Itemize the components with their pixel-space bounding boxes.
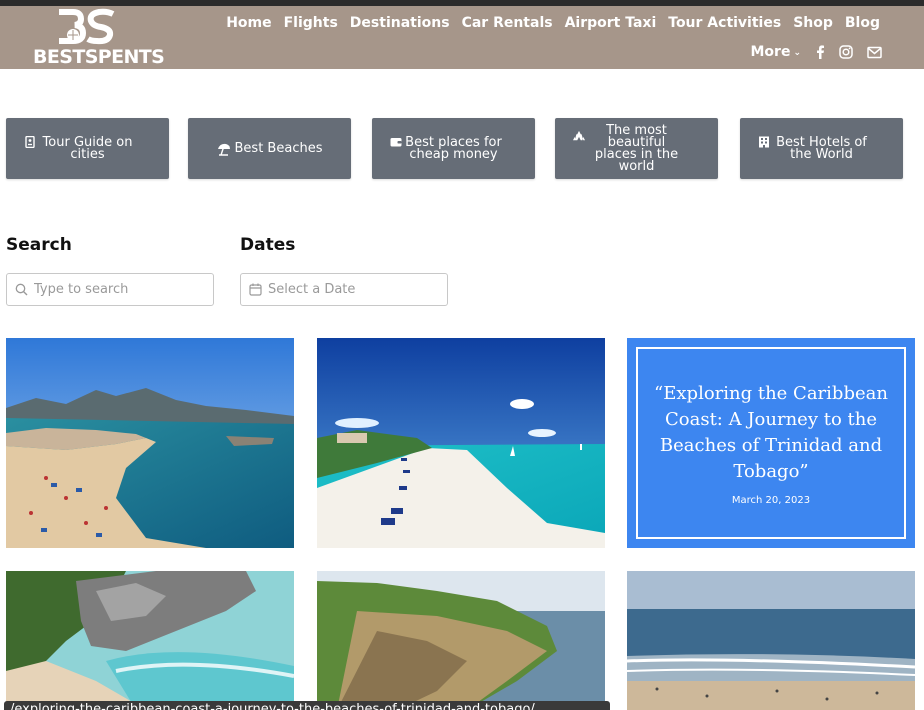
nav-secondary: More ⌄: [751, 44, 883, 60]
site-logo[interactable]: BESTSPENTS: [33, 8, 165, 68]
category-best-beaches[interactable]: Best Beaches: [188, 118, 351, 179]
more-menu[interactable]: More ⌄: [751, 44, 802, 60]
chevron-down-icon: ⌄: [793, 48, 801, 58]
wallet-icon: [390, 138, 402, 147]
search-input[interactable]: [34, 282, 194, 297]
mail-icon[interactable]: [867, 46, 882, 59]
link-status-tooltip: /exploring-the-caribbean-coast-a-journey…: [4, 701, 610, 710]
category-buttons: Tour Guide on cities Best Beaches Best p…: [6, 118, 903, 179]
nav-blog[interactable]: Blog: [845, 15, 880, 31]
featured-post-title[interactable]: “Exploring the Caribbean Coast: A Journe…: [650, 381, 892, 485]
category-best-hotels[interactable]: Best Hotels of the World: [740, 118, 903, 179]
search-icon: [15, 283, 28, 296]
nav-flights[interactable]: Flights: [284, 15, 338, 31]
calendar-icon: [249, 283, 262, 296]
instagram-icon[interactable]: [839, 45, 853, 59]
logo-mark-icon: [59, 8, 115, 45]
post-card-city-beach[interactable]: [6, 338, 294, 548]
more-label: More: [750, 44, 791, 60]
featured-post-date: March 20, 2023: [731, 494, 811, 506]
featured-post-frame: “Exploring the Caribbean Coast: A Journe…: [636, 347, 906, 539]
post-card-green-cliffs[interactable]: [317, 571, 605, 710]
rocky-cove-image: [6, 571, 294, 710]
hotel-icon: [759, 136, 769, 148]
date-input[interactable]: [268, 282, 428, 297]
dates-heading: Dates: [240, 235, 296, 255]
category-label: Tour Guide on cities: [42, 134, 133, 162]
umbrella-icon: [217, 143, 230, 156]
post-card-rocky-cove[interactable]: [6, 571, 294, 710]
category-label: The most beautiful places in the world: [594, 122, 679, 174]
nav-car-rentals[interactable]: Car Rentals: [462, 15, 553, 31]
green-cliffs-image: [317, 571, 605, 710]
brand-name: BESTSPENTS: [33, 46, 165, 68]
turquoise-beach-image: [317, 338, 605, 548]
featured-post-card[interactable]: “Exploring the Caribbean Coast: A Journe…: [627, 338, 915, 548]
surf-beach-image: [627, 571, 915, 710]
search-heading: Search: [6, 235, 72, 255]
category-tour-guide[interactable]: Tour Guide on cities: [6, 118, 169, 179]
main-nav: Home Flights Destinations Car Rentals Ai…: [214, 15, 880, 31]
beach-city-image: [6, 338, 294, 548]
category-beautiful-places[interactable]: The most beautiful places in the world: [555, 118, 718, 179]
nav-tour-activities[interactable]: Tour Activities: [668, 15, 781, 31]
nav-shop[interactable]: Shop: [793, 15, 833, 31]
landmark-icon: [573, 130, 585, 141]
search-field[interactable]: [6, 273, 214, 306]
post-card-turquoise-beach[interactable]: [317, 338, 605, 548]
category-label: Best places for cheap money: [405, 134, 502, 162]
category-label: Best Beaches: [234, 140, 323, 156]
nav-airport-taxi[interactable]: Airport Taxi: [565, 15, 657, 31]
site-header: BESTSPENTS Home Flights Destinations Car…: [0, 6, 924, 69]
nav-destinations[interactable]: Destinations: [350, 15, 450, 31]
facebook-icon[interactable]: [815, 45, 825, 59]
date-field[interactable]: [240, 273, 448, 306]
guide-icon: [25, 136, 35, 148]
nav-home[interactable]: Home: [226, 15, 271, 31]
post-card-surf-beach[interactable]: [627, 571, 915, 710]
category-label: Best Hotels of the World: [776, 134, 867, 162]
category-cheap-places[interactable]: Best places for cheap money: [372, 118, 535, 179]
